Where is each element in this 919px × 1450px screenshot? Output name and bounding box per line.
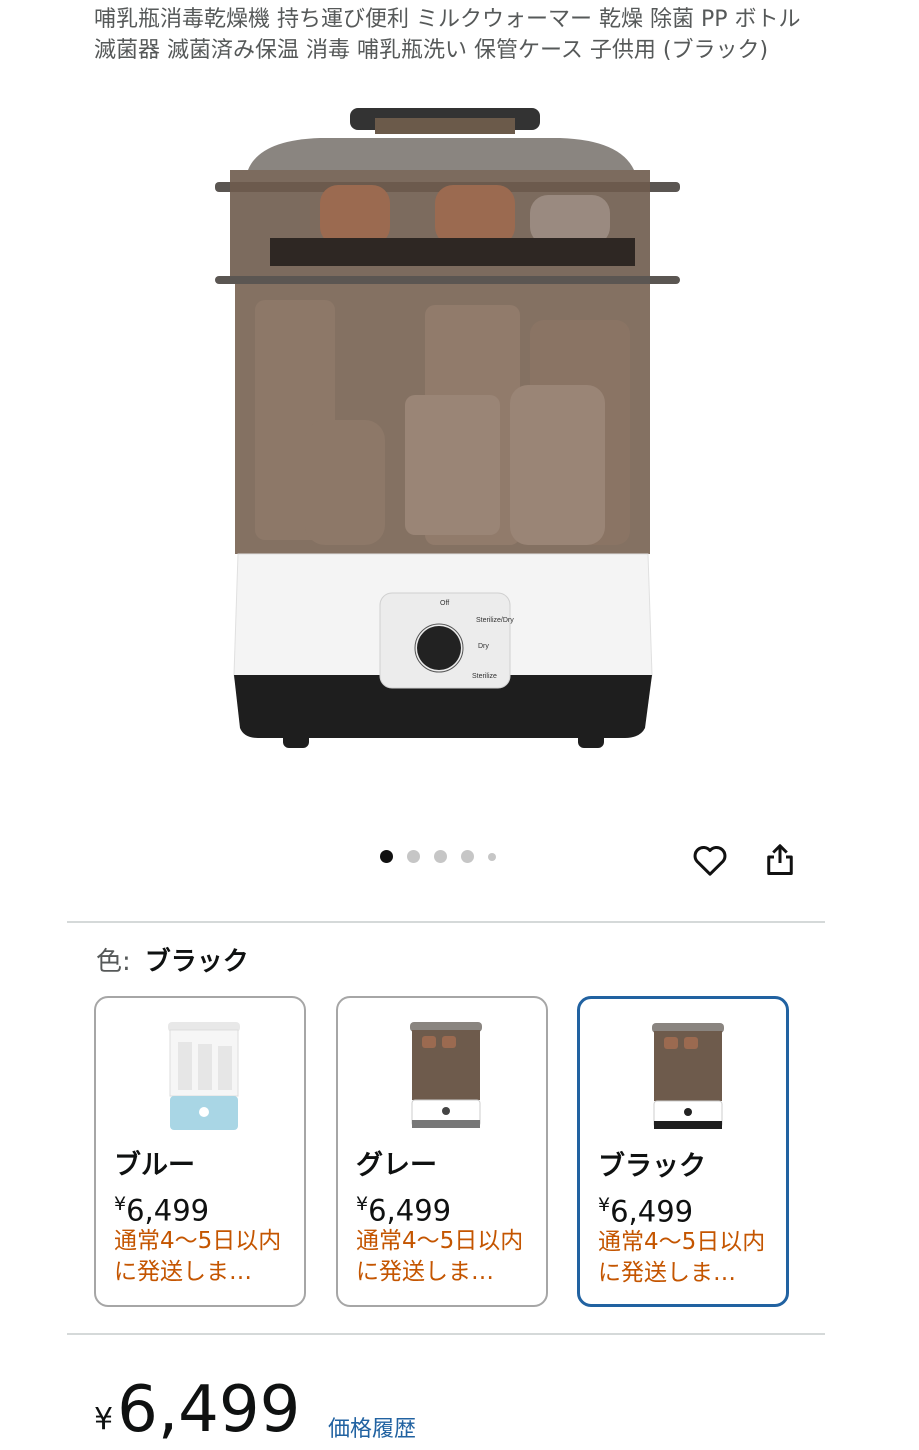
color-option-grey[interactable]: グレー ¥6,499 通常4～5日以内に発送しま… (336, 996, 548, 1307)
dial-label-sterilize: Sterilize (472, 673, 497, 680)
pagination-dot[interactable] (407, 850, 420, 863)
option-shipping: 通常4～5日以内に発送しま… (356, 1228, 524, 1285)
color-option-black[interactable]: ブラック ¥6,499 通常4～5日以内に発送しま… (577, 996, 789, 1307)
pagination-dot[interactable] (434, 850, 447, 863)
color-selection-label: 色: ブラック (96, 944, 249, 980)
option-shipping: 通常4～5日以内に発送しま… (114, 1228, 282, 1285)
price-history-link[interactable]: 価格履歴 (328, 1411, 416, 1443)
color-option-blue[interactable]: ブルー ¥6,499 通常4～5日以内に発送しま… (94, 996, 306, 1307)
product-image[interactable]: Off Sterilize/Dry Dry Sterilize (160, 100, 720, 800)
pagination-dot[interactable] (461, 850, 474, 863)
selected-color: ブラック (144, 947, 249, 977)
divider (67, 1333, 825, 1335)
currency-symbol: ¥ (94, 1402, 114, 1437)
pagination-dot[interactable] (380, 850, 393, 863)
price-value: 6,499 (117, 1373, 301, 1447)
wishlist-button[interactable] (688, 838, 732, 882)
dial-label-off: Off (440, 600, 449, 607)
main-price: ¥6,499 (94, 1370, 300, 1450)
color-label: 色: (96, 947, 131, 977)
image-pagination[interactable] (380, 850, 496, 863)
option-price: ¥6,499 (356, 1193, 452, 1228)
variant-thumbnail-black (652, 1023, 724, 1129)
option-name: グレー (356, 1150, 437, 1181)
share-button[interactable] (758, 838, 802, 882)
dial-label-sterilize-dry: Sterilize/Dry (476, 617, 514, 624)
pagination-dot[interactable] (488, 852, 496, 861)
option-price: ¥6,499 (598, 1194, 694, 1229)
heart-icon (693, 845, 727, 876)
option-price: ¥6,499 (114, 1193, 210, 1228)
option-name: ブラック (598, 1151, 706, 1182)
divider (67, 921, 825, 923)
option-shipping: 通常4～5日以内に発送しま… (598, 1229, 766, 1286)
share-icon (767, 844, 793, 875)
option-name: ブルー (114, 1150, 195, 1181)
product-title: 哺乳瓶消毒乾燥機 持ち運び便利 ミルクウォーマー 乾燥 除菌 PP ボトル滅菌器… (94, 7, 801, 63)
dial-label-dry: Dry (478, 643, 489, 650)
variant-thumbnail-blue (168, 1022, 240, 1130)
variant-thumbnail-grey (410, 1022, 482, 1128)
